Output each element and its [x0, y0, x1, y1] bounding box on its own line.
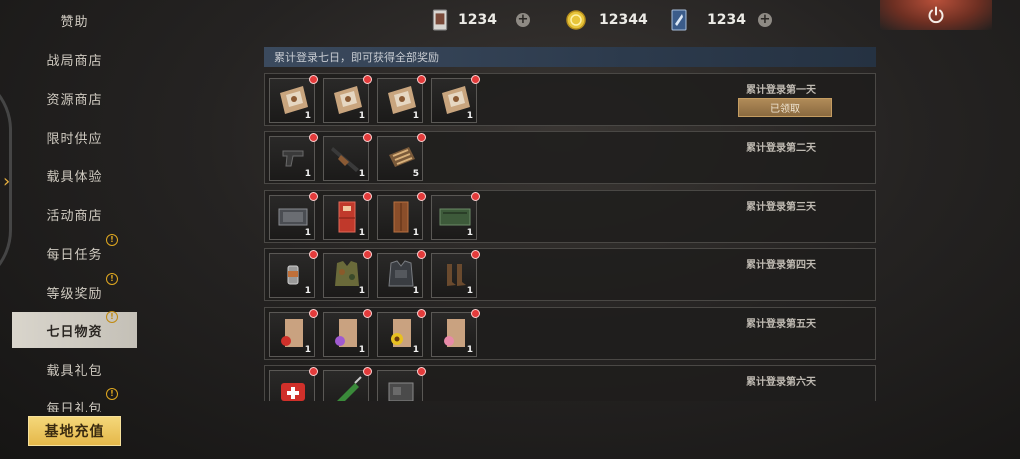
reward-item-machine-part[interactable] — [377, 367, 426, 401]
new-item-badge — [363, 133, 372, 142]
reward-item-seed-pack[interactable]: 1 — [431, 309, 480, 357]
alert-icon: ! — [106, 234, 118, 246]
syringe-icon — [337, 376, 362, 401]
currency-coin: 12344 — [566, 8, 648, 32]
new-item-badge — [309, 75, 318, 84]
reward-row-day-2: 1 1 5 累计登录第二天 — [264, 131, 876, 184]
day-label: 累计登录第三天 — [746, 202, 816, 213]
power-button[interactable] — [880, 0, 992, 30]
currency-ticket: 1234 — [671, 8, 746, 32]
reward-item-seed-pack[interactable]: 1 — [377, 309, 426, 357]
medkit-icon — [281, 383, 305, 401]
ticket-count: 1234 — [707, 12, 746, 28]
reward-item-supply-bag[interactable]: 1 — [377, 75, 426, 123]
reward-list[interactable]: 1 1 1 1 累计登录第一天 已领取 1 1 5 累计登录第二天 1 1 1 … — [264, 73, 878, 401]
reward-item-boots[interactable]: 1 — [431, 250, 480, 298]
reward-item-armor-vest[interactable]: 1 — [377, 250, 426, 298]
sidebar-expand-chevron-icon[interactable]: › — [3, 173, 10, 191]
reward-item-seed-pack[interactable]: 1 — [269, 309, 318, 357]
day-label: 累计登录第一天 — [746, 85, 816, 96]
reward-item-ammo[interactable]: 5 — [377, 133, 426, 181]
new-item-badge — [309, 309, 318, 318]
new-item-badge — [309, 250, 318, 259]
day-label: 累计登录第二天 — [746, 143, 816, 154]
alert-icon: ! — [106, 388, 118, 400]
reward-item-supply-bag[interactable]: 1 — [323, 75, 372, 123]
ticket-icon — [671, 9, 687, 31]
new-item-badge — [471, 75, 480, 84]
day-label: 累计登录第四天 — [746, 260, 816, 271]
reward-item-storage-crate[interactable]: 1 — [269, 192, 318, 240]
new-item-badge — [309, 192, 318, 201]
reward-row-day-4: 1 1 1 1 累计登录第四天 — [264, 248, 876, 301]
login-reward-banner: 累计登录七日，即可获得全部奖励 — [264, 47, 876, 67]
reward-item-medkit[interactable] — [269, 367, 318, 401]
day-label: 累计登录第五天 — [746, 319, 816, 330]
new-item-badge — [417, 192, 426, 201]
reward-row-day-5: 1 1 1 1 累计登录第五天 — [264, 307, 876, 360]
base-recharge-button[interactable]: 基地充值 — [28, 416, 121, 446]
reward-item-jar[interactable]: 1 — [269, 250, 318, 298]
new-item-badge — [471, 250, 480, 259]
reward-item-red-cabinet[interactable]: 1 — [323, 192, 372, 240]
new-item-badge — [417, 133, 426, 142]
sidebar-item-level-rewards[interactable]: 等级奖励 — [12, 274, 137, 310]
coin-count: 12344 — [599, 12, 648, 28]
sidebar-item-daily-tasks[interactable]: 每日任务 — [12, 235, 137, 271]
sidebar-item-daily-pack[interactable]: 每日礼包 — [12, 388, 137, 412]
card-count: 1234 — [458, 12, 497, 28]
alert-icon: ! — [106, 273, 118, 285]
add-card-button[interactable]: + — [516, 13, 530, 27]
sidebar-item-event-shop[interactable]: 活动商店 — [12, 196, 137, 232]
reward-row-day-1: 1 1 1 1 累计登录第一天 已领取 — [264, 73, 876, 126]
new-item-badge — [471, 192, 480, 201]
sidebar-item-vehicle-pack[interactable]: 载具礼包 — [12, 351, 137, 387]
reward-item-camo-vest[interactable]: 1 — [323, 250, 372, 298]
machine-part-icon — [388, 382, 414, 401]
reward-item-supply-bag[interactable]: 1 — [269, 75, 318, 123]
reward-item-seed-pack[interactable]: 1 — [323, 309, 372, 357]
new-item-badge — [363, 192, 372, 201]
new-item-badge — [309, 133, 318, 142]
claimed-button[interactable]: 已领取 — [738, 98, 832, 117]
reward-row-day-6: 累计登录第六天 — [264, 365, 876, 401]
new-item-badge — [417, 75, 426, 84]
new-item-badge — [363, 75, 372, 84]
sidebar-item-limited-supply[interactable]: 限时供应 — [12, 119, 137, 155]
sidebar-item-seven-day-supply[interactable]: 七日物资 — [12, 312, 137, 348]
sidebar-item-vehicle-trial[interactable]: 载具体验 — [12, 157, 137, 193]
alert-icon: ! — [106, 311, 118, 323]
reward-item-wood-cabinet[interactable]: 1 — [377, 192, 426, 240]
reward-item-supply-bag[interactable]: 1 — [431, 75, 480, 123]
sidebar: › 赞助 战局商店 资源商店 限时供应 载具体验 活动商店 每日任务 ! 等级奖… — [0, 0, 137, 459]
card-icon — [432, 9, 448, 31]
reward-item-military-crate[interactable]: 1 — [431, 192, 480, 240]
sidebar-item-sponsor[interactable]: 赞助 — [12, 2, 137, 38]
new-item-badge — [417, 367, 426, 376]
add-ticket-button[interactable]: + — [758, 13, 772, 27]
sidebar-item-battle-shop[interactable]: 战局商店 — [12, 41, 137, 77]
reward-item-pistol[interactable]: 1 — [269, 133, 318, 181]
new-item-badge — [417, 309, 426, 318]
currency-card: 1234 — [432, 8, 497, 32]
new-item-badge — [471, 309, 480, 318]
sidebar-item-resource-shop[interactable]: 资源商店 — [12, 80, 137, 116]
new-item-badge — [363, 367, 372, 376]
reward-item-syringe[interactable] — [323, 367, 372, 401]
new-item-badge — [363, 309, 372, 318]
coin-icon — [566, 10, 586, 30]
new-item-badge — [309, 367, 318, 376]
reward-item-rifle[interactable]: 1 — [323, 133, 372, 181]
power-icon — [928, 6, 944, 24]
new-item-badge — [363, 250, 372, 259]
reward-row-day-3: 1 1 1 1 累计登录第三天 — [264, 190, 876, 243]
day-label: 累计登录第六天 — [746, 377, 816, 388]
new-item-badge — [417, 250, 426, 259]
